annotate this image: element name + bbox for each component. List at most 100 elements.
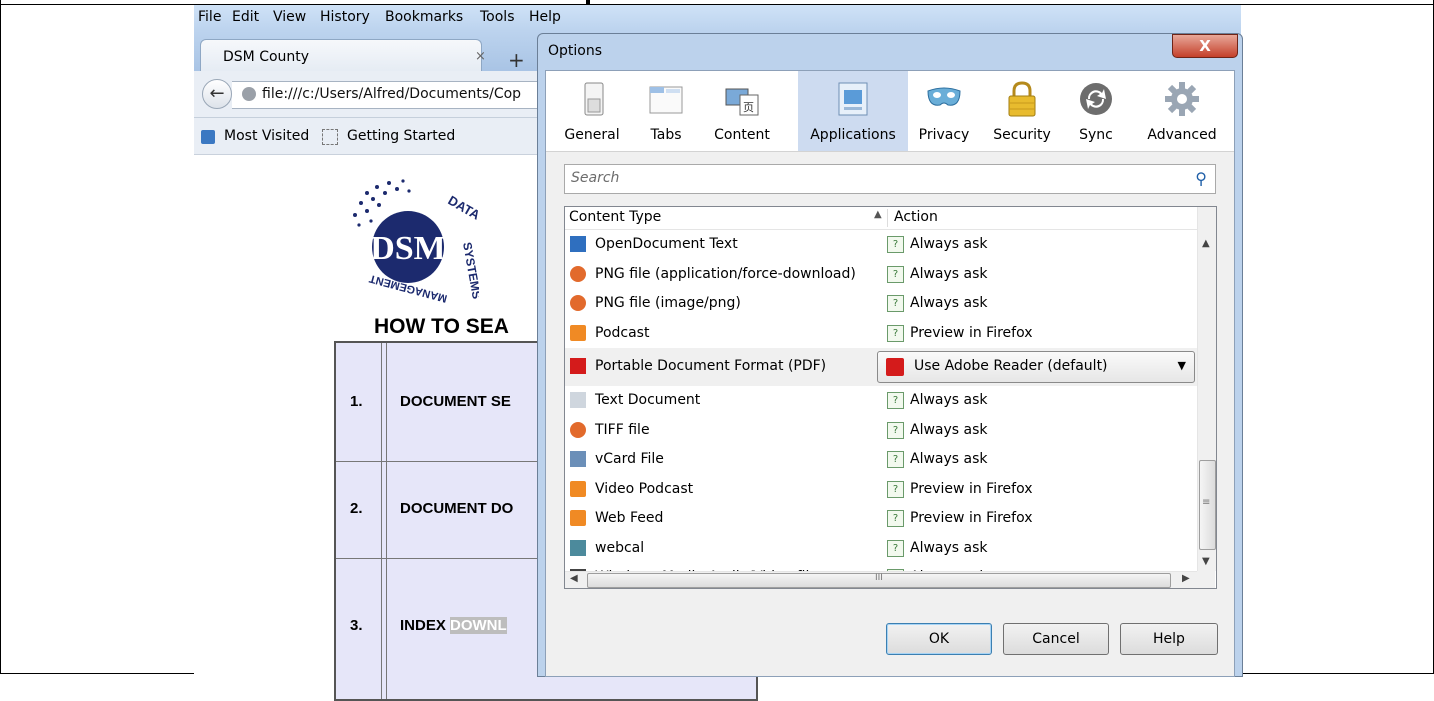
- scroll-corner: [1197, 571, 1215, 588]
- list-item[interactable]: OpenDocument Text? Always ask: [565, 230, 1197, 259]
- rss-icon: [570, 324, 586, 341]
- list-item[interactable]: PNG file (image/png)? Always ask: [565, 289, 1197, 318]
- options-dialog: Options X General Tabs 页 Content Applica…: [537, 33, 1243, 677]
- cancel-button[interactable]: Cancel: [1003, 623, 1109, 655]
- list-item[interactable]: vCard File? Always ask: [565, 445, 1197, 474]
- action-label: Always ask: [910, 539, 988, 556]
- action-icon: ?: [887, 236, 904, 253]
- image-icon: [570, 421, 586, 438]
- content-type-name: OpenDocument Text: [595, 236, 738, 252]
- image-icon: [570, 265, 586, 282]
- back-button[interactable]: ←: [202, 79, 232, 109]
- list-item[interactable]: TIFF file? Always ask: [565, 416, 1197, 445]
- content-icon: 页: [725, 88, 759, 116]
- step-text: DOCUMENT DO: [400, 500, 514, 517]
- content-type-name: Video Podcast: [595, 480, 694, 497]
- svg-text:SYSTEMS: SYSTEMS: [460, 241, 479, 300]
- menu-bookmarks[interactable]: Bookmarks: [385, 9, 463, 25]
- tab-content[interactable]: 页 Content: [702, 71, 782, 151]
- scroll-up-icon[interactable]: ▲: [1202, 238, 1210, 249]
- search-icon[interactable]: ⚲: [1195, 169, 1207, 188]
- dropdown-arrow-icon[interactable]: ▼: [1178, 359, 1186, 372]
- column-header-content-type[interactable]: Content Type: [569, 209, 661, 225]
- list-item[interactable]: webcal? Always ask: [565, 534, 1197, 563]
- step-number: 1.: [350, 393, 363, 410]
- content-type-list[interactable]: Content Type ▲ Action OpenDocument Text?…: [564, 206, 1217, 589]
- help-button[interactable]: Help: [1120, 623, 1218, 655]
- dialog-close-button[interactable]: X: [1172, 34, 1238, 58]
- step-text: DOCUMENT SE: [400, 393, 511, 410]
- new-tab-button[interactable]: +: [508, 48, 525, 72]
- text-file-icon: [570, 392, 586, 408]
- tab-sync[interactable]: Sync: [1064, 71, 1128, 151]
- action-label: Preview in Firefox: [910, 510, 1033, 526]
- bookmark-getting-started[interactable]: Getting Started: [347, 128, 455, 144]
- list-item[interactable]: Podcast? Preview in Firefox: [565, 319, 1197, 348]
- most-visited-icon: [201, 130, 215, 144]
- search-input[interactable]: Search ⚲: [564, 164, 1216, 194]
- action-icon: ?: [887, 451, 904, 468]
- column-header-action[interactable]: Action: [894, 209, 938, 225]
- url-text[interactable]: file:///c:/Users/Alfred/Documents/Cop: [262, 86, 521, 102]
- action-label: Always ask: [910, 392, 988, 408]
- page-heading: HOW TO SEA: [374, 315, 509, 338]
- applications-icon: [838, 82, 868, 116]
- content-type-name: vCard File: [595, 451, 664, 467]
- menu-edit[interactable]: Edit: [232, 9, 259, 25]
- tab-applications[interactable]: Applications: [798, 71, 908, 151]
- tab-security[interactable]: Security: [980, 71, 1064, 151]
- content-type-name: Portable Document Format (PDF): [595, 358, 827, 374]
- ok-button[interactable]: OK: [886, 623, 992, 655]
- action-label: Always ask: [910, 451, 988, 467]
- action-icon: ?: [887, 265, 904, 283]
- tab-advanced[interactable]: Advanced: [1134, 71, 1230, 151]
- tab-general[interactable]: General: [556, 71, 628, 151]
- rss-icon: [570, 480, 586, 497]
- svg-text:页: 页: [743, 101, 754, 114]
- rss-icon: [570, 510, 586, 526]
- list-item[interactable]: Video Podcast? Preview in Firefox: [565, 475, 1197, 504]
- menu-bar: File Edit View History Bookmarks Tools H…: [194, 5, 1241, 31]
- tab-close-icon[interactable]: ×: [475, 49, 486, 64]
- sort-ascending-icon: ▲: [874, 209, 882, 220]
- dsm-logo: DSM DATA SYSTEMS MANAGEMENT: [353, 179, 479, 304]
- tab-privacy[interactable]: Privacy: [908, 71, 980, 151]
- svg-text:DSM: DSM: [370, 230, 446, 267]
- action-icon: ?: [887, 324, 904, 342]
- menu-file[interactable]: File: [198, 9, 221, 25]
- bookmark-most-visited[interactable]: Most Visited: [224, 128, 309, 144]
- step-number: 3.: [350, 617, 363, 634]
- list-item[interactable]: Web Feed? Preview in Firefox: [565, 504, 1197, 533]
- scroll-left-icon[interactable]: ◀: [570, 573, 578, 584]
- image-icon: [570, 295, 586, 311]
- pdf-icon: [570, 358, 586, 374]
- search-placeholder: Search: [571, 170, 620, 186]
- menu-view[interactable]: View: [273, 9, 306, 25]
- menu-history[interactable]: History: [320, 9, 370, 25]
- menu-tools[interactable]: Tools: [480, 9, 515, 25]
- action-icon: ?: [887, 295, 904, 312]
- scroll-right-icon[interactable]: ▶: [1182, 573, 1190, 584]
- action-label: Preview in Firefox: [910, 324, 1033, 341]
- tab-dsm-county[interactable]: DSM County ×: [200, 39, 486, 74]
- action-label: Always ask: [910, 265, 988, 282]
- tab-tabs[interactable]: Tabs: [634, 71, 698, 151]
- vcard-icon: [570, 451, 586, 467]
- site-identity-icon[interactable]: [242, 87, 256, 101]
- list-item[interactable]: Portable Document Format (PDF) Use Adobe …: [565, 348, 1197, 386]
- action-icon: ?: [887, 480, 904, 498]
- getting-started-icon: [322, 129, 338, 145]
- action-select[interactable]: Use Adobe Reader (default) ▼: [877, 351, 1195, 383]
- vertical-scrollbar[interactable]: ▲ ≡ ▼: [1197, 207, 1216, 571]
- padlock-icon: [1008, 81, 1036, 117]
- step-text: INDEX DOWNL: [400, 617, 507, 634]
- horizontal-scrollbar[interactable]: ◀ III ▶: [565, 571, 1197, 588]
- options-toolbar: General Tabs 页 Content Applications Priv…: [546, 71, 1234, 152]
- list-item[interactable]: Text Document? Always ask: [565, 386, 1197, 415]
- list-item[interactable]: PNG file (application/force-download)? Al…: [565, 260, 1197, 289]
- scroll-down-icon[interactable]: ▼: [1202, 556, 1210, 567]
- menu-help[interactable]: Help: [529, 9, 561, 25]
- column-separator[interactable]: [887, 209, 888, 227]
- content-type-name: Web Feed: [595, 510, 664, 526]
- content-type-name: webcal: [595, 539, 645, 556]
